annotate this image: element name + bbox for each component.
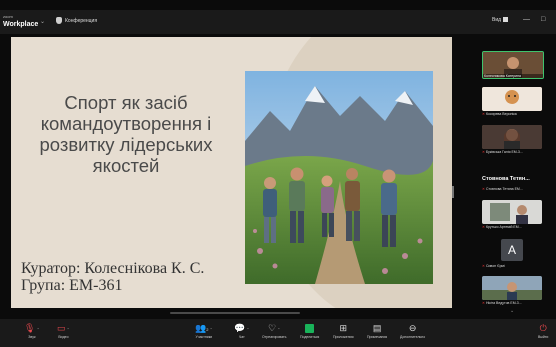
- more-icon: ⊖: [408, 323, 417, 333]
- participant-name: ✕Сивон Єрмі: [482, 264, 505, 268]
- participant-name: ✕Косиревa Вероніка: [482, 112, 517, 116]
- share-button[interactable]: Поделиться: [300, 322, 319, 339]
- title-bar: zoom Workplace ⌄ Конференция Вид — □: [0, 10, 556, 34]
- apps-button[interactable]: ⊞ Приложения: [333, 322, 353, 339]
- muted-mic-icon: 🎙⌃: [24, 323, 40, 333]
- curator-text: Куратор: Колеснікова К. С.: [21, 260, 205, 277]
- zoom-logo: zoom Workplace: [3, 14, 39, 28]
- video-off-icon: ▭⌃: [57, 323, 70, 333]
- participant-name-large[interactable]: Стовнова Тетян...: [482, 176, 530, 182]
- minimize-button[interactable]: —: [523, 16, 530, 23]
- chat-icon: 💬⌃: [234, 323, 250, 333]
- participant-tile[interactable]: [482, 87, 542, 111]
- more-button[interactable]: ⊖ Дополнительно: [400, 322, 425, 339]
- horizontal-scrollbar[interactable]: [170, 312, 300, 314]
- muted-mic-icon: ✕: [482, 112, 485, 116]
- panel-resize-handle[interactable]: [452, 186, 454, 198]
- heart-icon: ♡⌃: [267, 323, 281, 333]
- participant-avatar[interactable]: A: [501, 239, 523, 261]
- muted-mic-icon: ✕: [482, 301, 485, 305]
- participant-name: ✕Крутько Артемій ЕМ...: [482, 225, 522, 229]
- chat-button[interactable]: 💬⌃ Чат: [234, 322, 250, 339]
- leave-button[interactable]: ⏻ Выйти: [538, 322, 548, 339]
- participant-name: ✕Нікіта Ведутов ЕМ-3...: [482, 301, 522, 305]
- participants-button[interactable]: 👥2⌃ Участники: [195, 322, 213, 339]
- maximize-button[interactable]: □: [541, 16, 545, 23]
- conference-info-button[interactable]: Конференция: [56, 17, 97, 24]
- video-button[interactable]: ▭⌃ Видео: [57, 322, 70, 339]
- leave-icon: ⏻: [539, 323, 547, 333]
- participant-video: [482, 125, 542, 149]
- participants-icon: 👥2⌃: [195, 323, 213, 333]
- participant-tile[interactable]: [482, 125, 542, 149]
- muted-mic-icon: ✕: [482, 225, 485, 229]
- hikers-mountain-image: [245, 71, 433, 284]
- share-screen-icon: [305, 324, 315, 334]
- participant-name: ✕Стовнова Тетяна ЕМ...: [482, 187, 523, 191]
- slide-title: Спорт як засіб командоутворення і розвит…: [39, 92, 213, 176]
- grid-icon: [503, 17, 509, 22]
- participant-name: ✕Буківська Галія ЕМ-3...: [482, 150, 523, 154]
- muted-mic-icon: ✕: [482, 264, 485, 268]
- meeting-toolbar: 🎙⌃ Звук ▭⌃ Видео 👥2⌃ Участники 💬⌃ Чат ♡⌃…: [0, 319, 556, 347]
- participant-tile[interactable]: Колесникова Катерина: [482, 51, 544, 79]
- participants-panel: Колесникова Катерина ✕Косиревa Вероніка …: [458, 37, 556, 317]
- zoom-window: zoom Workplace ⌄ Конференция Вид — □ Спо…: [0, 0, 556, 347]
- participant-video: [482, 276, 542, 300]
- shield-icon: [56, 17, 62, 24]
- participant-tile[interactable]: [482, 200, 542, 224]
- participant-tile[interactable]: [482, 276, 542, 300]
- notes-icon: ▤: [372, 323, 382, 333]
- participant-name: Колесникова Катерина: [483, 74, 543, 78]
- slide-footer: Куратор: Колеснікова К. С. Група: ЕМ-361: [21, 260, 204, 294]
- participant-video: [482, 87, 542, 111]
- audio-button[interactable]: 🎙⌃ Звук: [24, 322, 40, 339]
- group-text: Група: ЕМ-361: [21, 277, 123, 294]
- notes-button[interactable]: ▤ Примечания: [367, 322, 387, 339]
- muted-mic-icon: ✕: [482, 150, 485, 154]
- participant-video: [482, 200, 542, 224]
- muted-mic-icon: ✕: [482, 187, 485, 191]
- chevron-down-icon[interactable]: ⌄: [40, 18, 45, 25]
- react-button[interactable]: ♡⌃ Отреагировать: [262, 322, 286, 339]
- chevron-down-icon[interactable]: ⌄: [510, 308, 514, 314]
- shared-slide: Спорт як засіб командоутворення і розвит…: [11, 37, 452, 308]
- view-button[interactable]: Вид: [492, 17, 509, 23]
- apps-icon: ⊞: [339, 323, 348, 333]
